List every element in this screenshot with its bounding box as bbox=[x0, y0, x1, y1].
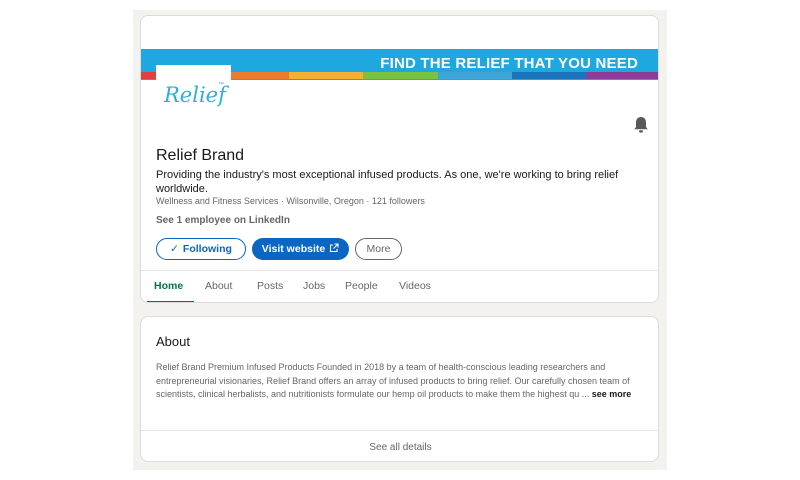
banner-text: FIND THE RELIEF THAT YOU NEED bbox=[380, 55, 638, 72]
tab-home[interactable]: Home bbox=[154, 280, 183, 292]
stripe bbox=[585, 72, 658, 79]
company-logo[interactable]: Relief ™ bbox=[156, 65, 231, 132]
checkmark-icon: ✓ bbox=[170, 243, 179, 255]
logo-trademark: ™ bbox=[218, 82, 224, 88]
tab-about[interactable]: About bbox=[205, 280, 232, 292]
see-employees-link[interactable]: See 1 employee on LinkedIn bbox=[156, 215, 290, 226]
active-tab-indicator bbox=[147, 301, 194, 302]
stripe bbox=[511, 72, 586, 79]
following-label: Following bbox=[182, 243, 232, 255]
company-tagline: Providing the industry's most exceptiona… bbox=[156, 169, 619, 195]
about-description: Relief Brand Premium Infused Products Fo… bbox=[156, 361, 648, 402]
company-name: Relief Brand bbox=[156, 147, 245, 164]
tab-jobs[interactable]: Jobs bbox=[303, 280, 325, 292]
visit-website-button[interactable]: Visit website bbox=[252, 238, 349, 260]
about-card: About Relief Brand Premium Infused Produ… bbox=[140, 316, 659, 462]
following-button[interactable]: ✓ Following bbox=[156, 238, 246, 260]
bell-icon[interactable] bbox=[633, 116, 649, 134]
more-button[interactable]: More bbox=[355, 238, 402, 260]
visit-website-label: Visit website bbox=[261, 243, 326, 255]
company-meta: Wellness and Fitness Services · Wilsonvi… bbox=[156, 196, 425, 206]
about-text: Relief Brand Premium Infused Products Fo… bbox=[156, 362, 630, 399]
tab-posts[interactable]: Posts bbox=[257, 280, 283, 292]
page-tabs: Home About Posts Jobs People Videos bbox=[141, 271, 658, 302]
tab-people[interactable]: People bbox=[345, 280, 378, 292]
stripe bbox=[289, 72, 364, 79]
company-header-card: FIND THE RELIEF THAT YOU NEED Relief ™ R… bbox=[140, 15, 659, 303]
external-link-icon bbox=[329, 242, 339, 256]
logo-text: Relief bbox=[164, 83, 226, 107]
about-heading: About bbox=[156, 334, 190, 349]
see-more-link[interactable]: see more bbox=[592, 389, 632, 399]
see-all-details-button[interactable]: See all details bbox=[141, 431, 658, 461]
stripe bbox=[363, 72, 438, 79]
stripe bbox=[437, 72, 512, 79]
tab-videos[interactable]: Videos bbox=[399, 280, 431, 292]
